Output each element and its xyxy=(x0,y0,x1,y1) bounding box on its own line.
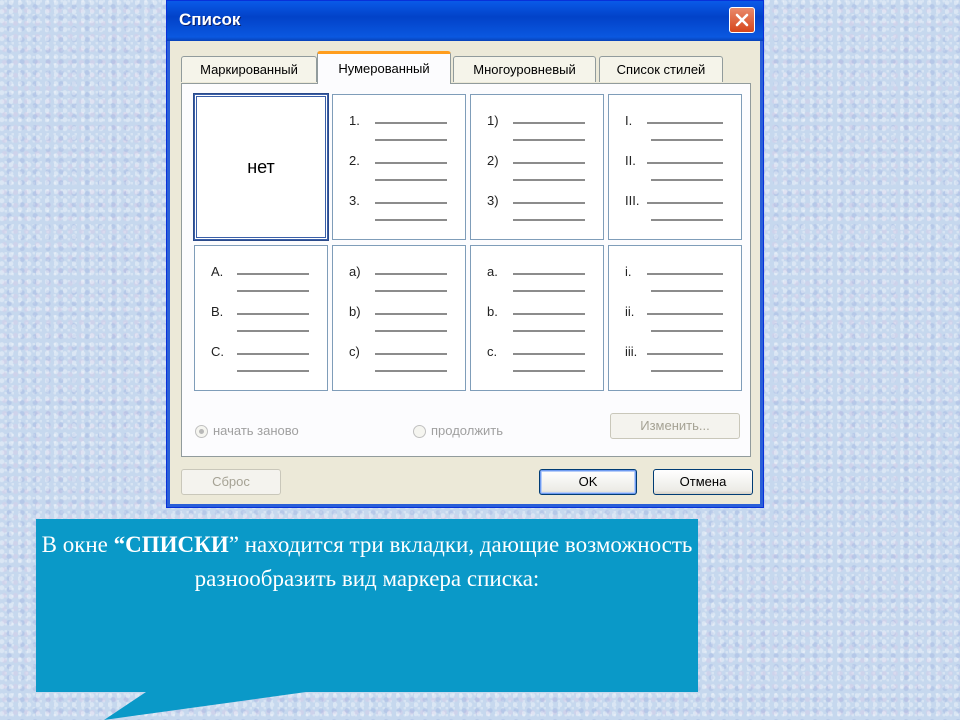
style-line xyxy=(513,139,585,141)
style-line xyxy=(651,290,723,292)
style-line xyxy=(237,353,309,355)
restart-option[interactable]: начать заново xyxy=(195,423,299,439)
customize-button[interactable]: Изменить... xyxy=(610,413,740,439)
style-line xyxy=(651,330,723,332)
style-line xyxy=(647,353,723,355)
style-cell-alpha-upper[interactable]: A. B. C. xyxy=(194,245,328,391)
style-line xyxy=(237,273,309,275)
style-marker: c. xyxy=(487,344,498,359)
style-line xyxy=(513,202,585,204)
style-marker: 2. xyxy=(349,153,360,168)
dialog-title: Список xyxy=(179,10,241,29)
style-line xyxy=(375,370,447,372)
style-cell-roman-lower[interactable]: i. ii. iii. xyxy=(608,245,742,391)
style-marker: a) xyxy=(349,264,361,279)
style-marker: b. xyxy=(487,304,498,319)
style-cell-roman-upper[interactable]: I. II. III. xyxy=(608,94,742,240)
style-cell-alpha-lower-dot[interactable]: a. b. c. xyxy=(470,245,604,391)
style-cell-arabic-paren[interactable]: 1) 2) 3) xyxy=(470,94,604,240)
style-marker: 1) xyxy=(487,113,499,128)
style-line xyxy=(375,202,447,204)
style-line xyxy=(375,179,447,181)
style-line xyxy=(237,290,309,292)
style-cell-alpha-lower-paren[interactable]: a) b) c) xyxy=(332,245,466,391)
callout-text-start: В окне xyxy=(41,532,114,557)
style-line xyxy=(513,273,585,275)
style-line xyxy=(237,330,309,332)
continue-label: продолжить xyxy=(431,423,504,438)
callout-text: В окне “СПИСКИ” находится три вкладки, д… xyxy=(36,528,698,596)
style-marker: ii. xyxy=(625,304,635,319)
style-line xyxy=(651,179,723,181)
style-line xyxy=(647,122,723,124)
style-line xyxy=(513,179,585,181)
style-line xyxy=(375,353,447,355)
ok-button[interactable]: OK xyxy=(539,469,637,495)
restart-label: начать заново xyxy=(213,423,299,438)
style-marker: iii. xyxy=(625,344,638,359)
style-line xyxy=(647,273,723,275)
style-marker: 3. xyxy=(349,193,360,208)
continue-option[interactable]: продолжить xyxy=(413,423,504,439)
style-marker: 2) xyxy=(487,153,499,168)
callout-text-bold: “СПИСКИ xyxy=(113,532,229,557)
numbering-panel: нет 1. 2. 3. 1) 2) 3) I. II. III. A. B. C. a) b) c… xyxy=(181,83,751,457)
tab-list-styles[interactable]: Список стилей xyxy=(599,56,723,82)
style-line xyxy=(513,290,585,292)
style-cell-arabic-dot[interactable]: 1. 2. 3. xyxy=(332,94,466,240)
style-line xyxy=(647,313,723,315)
style-line xyxy=(513,313,585,315)
style-line xyxy=(647,202,723,204)
style-marker: II. xyxy=(625,153,636,168)
cancel-button[interactable]: Отмена xyxy=(653,469,753,495)
style-line xyxy=(375,122,447,124)
style-line xyxy=(651,219,723,221)
tab-strip: Маркированный Нумерованный Многоуровневы… xyxy=(181,51,751,84)
style-line xyxy=(513,162,585,164)
tab-multilevel[interactable]: Многоуровневый xyxy=(453,56,596,82)
style-line xyxy=(375,219,447,221)
style-line xyxy=(513,370,585,372)
style-line xyxy=(513,122,585,124)
style-marker: a. xyxy=(487,264,498,279)
tab-numbered[interactable]: Нумерованный xyxy=(317,51,451,84)
continue-radio[interactable] xyxy=(413,425,426,439)
style-line xyxy=(651,370,723,372)
style-cell-none[interactable]: нет xyxy=(193,93,329,241)
style-line xyxy=(237,313,309,315)
style-line xyxy=(513,330,585,332)
style-marker: C. xyxy=(211,344,224,359)
style-marker: I. xyxy=(625,113,633,128)
style-line xyxy=(513,353,585,355)
tab-bulleted[interactable]: Маркированный xyxy=(181,56,317,82)
style-line xyxy=(375,330,447,332)
title-bar[interactable]: Список xyxy=(167,1,763,41)
style-line xyxy=(375,139,447,141)
reset-button[interactable]: Сброс xyxy=(181,469,281,495)
style-none-label: нет xyxy=(247,157,275,177)
style-line xyxy=(375,290,447,292)
style-marker: i. xyxy=(625,264,632,279)
style-marker: 1. xyxy=(349,113,360,128)
style-marker: c) xyxy=(349,344,360,359)
style-line xyxy=(647,162,723,164)
style-marker: III. xyxy=(625,193,640,208)
style-marker: b) xyxy=(349,304,361,319)
list-dialog: Список Маркированный Нумерованный Многоу… xyxy=(166,0,764,508)
callout-text-end: ” находится три вкладки, дающие возможно… xyxy=(194,532,693,591)
close-icon xyxy=(735,13,749,27)
restart-radio[interactable] xyxy=(195,425,208,439)
style-line xyxy=(237,370,309,372)
style-marker: A. xyxy=(211,264,224,279)
close-button[interactable] xyxy=(729,7,755,33)
style-marker: 3) xyxy=(487,193,499,208)
style-line xyxy=(375,273,447,275)
style-line xyxy=(375,313,447,315)
style-line xyxy=(651,139,723,141)
style-line xyxy=(375,162,447,164)
style-line xyxy=(513,219,585,221)
style-marker: B. xyxy=(211,304,224,319)
